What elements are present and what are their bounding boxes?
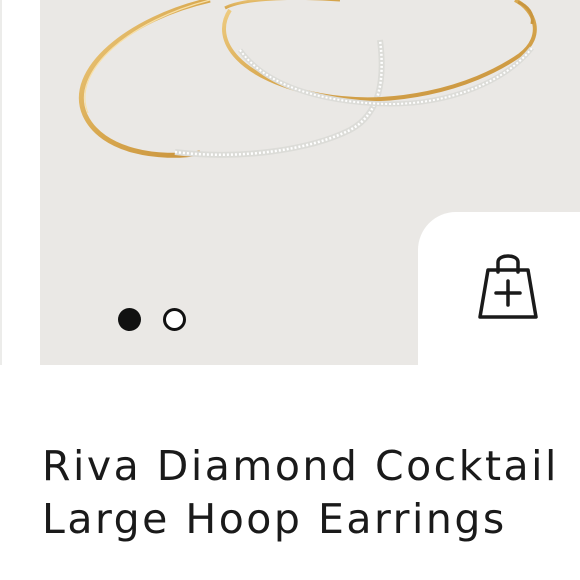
add-to-bag-panel [418, 212, 580, 365]
carousel-dot-2[interactable] [163, 308, 186, 331]
shopping-bag-plus-icon [478, 254, 538, 319]
divider [0, 0, 2, 365]
product-title: Riva Diamond Cocktail Large Hoop Earring… [42, 442, 559, 543]
add-to-bag-button[interactable] [476, 250, 540, 322]
image-carousel-indicators [118, 308, 186, 331]
carousel-dot-1[interactable] [118, 308, 141, 331]
product-page: Riva Diamond Cocktail Large Hoop Earring… [0, 0, 580, 580]
